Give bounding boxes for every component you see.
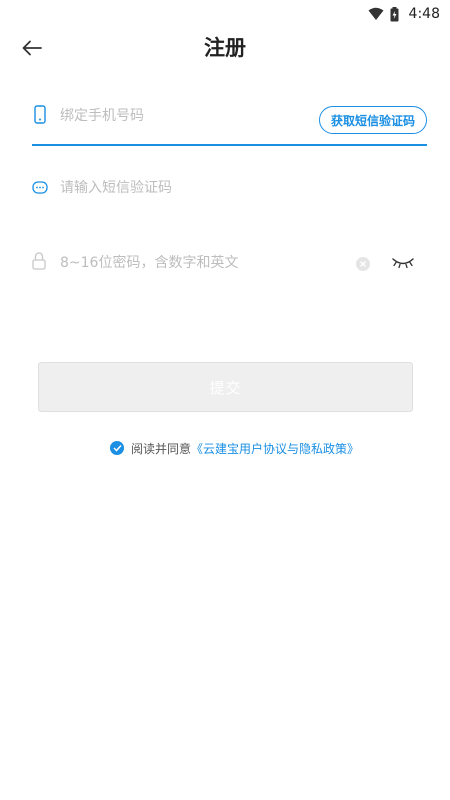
lock-icon: [32, 252, 46, 270]
agreement-link[interactable]: 《云建宝用户协议与隐私政策》: [191, 440, 359, 457]
password-input[interactable]: [60, 252, 340, 274]
get-sms-code-button[interactable]: 获取短信验证码: [318, 106, 427, 134]
message-icon: [32, 180, 48, 196]
header: 注册: [0, 28, 450, 68]
phone-icon: [32, 104, 48, 124]
phone-underline: [32, 144, 427, 146]
agree-checkbox[interactable]: [110, 441, 124, 455]
sms-code-field: [32, 176, 427, 202]
page-title: 注册: [204, 36, 246, 60]
wifi-icon: [368, 7, 384, 21]
check-icon: [112, 444, 122, 452]
clear-icon[interactable]: [356, 257, 370, 271]
status-bar: 4:48: [0, 0, 450, 28]
sms-code-input[interactable]: [60, 177, 360, 199]
phone-field: 获取短信验证码: [32, 100, 427, 146]
agreement-row: 阅读并同意 《云建宝用户协议与隐私政策》: [110, 438, 359, 458]
submit-button[interactable]: 提交: [38, 362, 413, 412]
password-field: [32, 251, 427, 277]
status-time: 4:48: [408, 6, 440, 22]
battery-icon: [390, 6, 399, 22]
phone-input[interactable]: [60, 105, 290, 127]
agreement-text: 阅读并同意: [131, 441, 192, 456]
eye-closed-icon[interactable]: [391, 255, 415, 273]
